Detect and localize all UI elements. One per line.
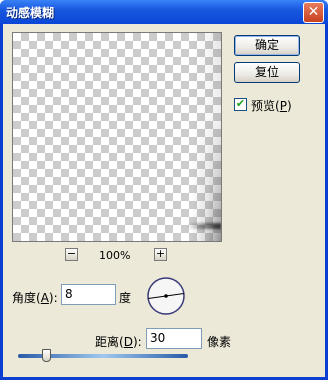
zoom-in-button[interactable]: + bbox=[154, 248, 167, 261]
distance-input[interactable]: 30 bbox=[146, 328, 202, 349]
dialog-title: 动感模糊 bbox=[6, 6, 55, 20]
angle-unit: 度 bbox=[119, 291, 132, 305]
blur-preview-effect bbox=[191, 33, 221, 241]
preview-checkbox[interactable]: ✔ bbox=[234, 98, 247, 111]
zoom-out-button[interactable]: − bbox=[65, 248, 78, 261]
blur-preview-streak bbox=[187, 223, 221, 229]
dialog-body: − 100% + 确定 复位 ✔ 预览(P) 角度(A): 8 度 距离(D):… bbox=[3, 24, 325, 377]
ok-button[interactable]: 确定 bbox=[234, 35, 300, 56]
angle-input[interactable]: 8 bbox=[61, 284, 116, 305]
reset-button[interactable]: 复位 bbox=[234, 62, 300, 83]
preview-checkbox-label[interactable]: 预览(P) bbox=[251, 97, 292, 114]
angle-label: 角度(A): bbox=[12, 291, 58, 305]
title-bar[interactable]: 动感模糊 ✕ bbox=[0, 0, 328, 24]
dialog-window: 动感模糊 ✕ − 100% + 确定 复位 ✔ 预览(P) 角度(A): 8 度… bbox=[0, 0, 328, 380]
close-button[interactable]: ✕ bbox=[303, 2, 324, 23]
angle-dial[interactable] bbox=[146, 276, 186, 316]
preview-canvas[interactable] bbox=[12, 32, 222, 242]
zoom-level: 100% bbox=[99, 249, 131, 262]
distance-slider-thumb[interactable] bbox=[42, 349, 52, 362]
distance-label: 距离(D): bbox=[95, 335, 142, 349]
distance-unit: 像素 bbox=[207, 335, 232, 349]
